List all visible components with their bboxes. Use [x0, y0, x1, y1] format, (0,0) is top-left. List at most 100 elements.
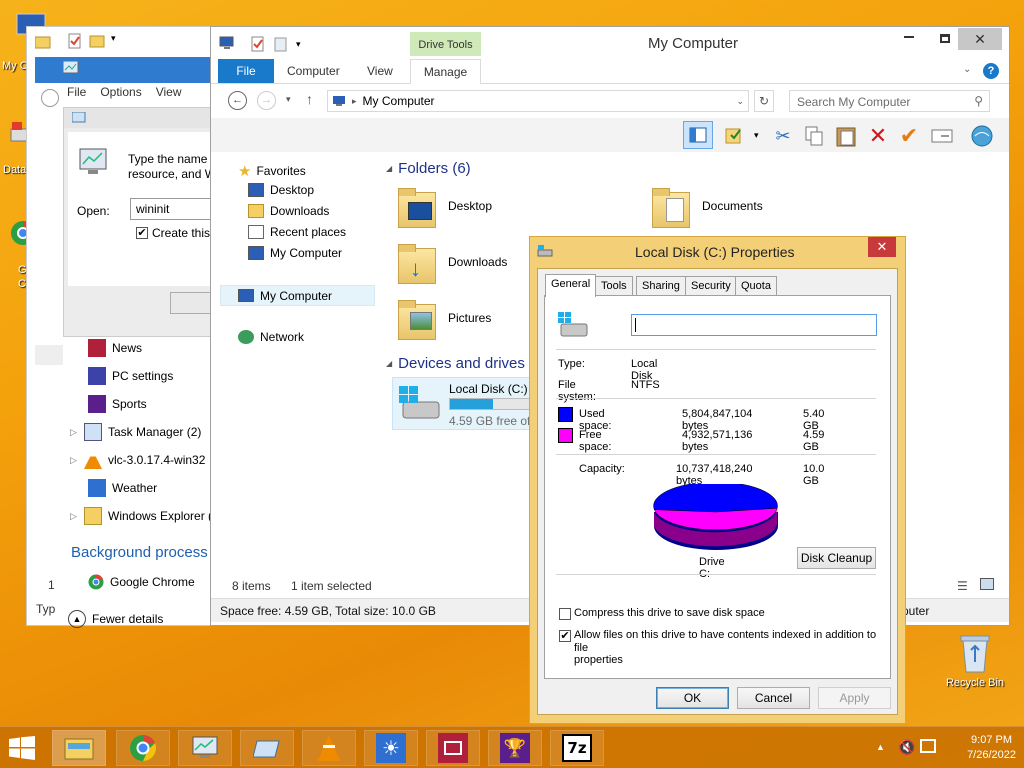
run-dialog-title[interactable] [64, 108, 218, 128]
minimize-button[interactable] [904, 36, 914, 38]
folder-documents[interactable]: Documents [652, 186, 763, 228]
taskbar-chrome[interactable] [116, 730, 170, 766]
taskbar-news[interactable] [426, 730, 480, 766]
new-folder-icon[interactable] [274, 36, 288, 52]
folders-header[interactable]: ◢ Folders (6) [386, 160, 471, 177]
back-icon[interactable] [41, 89, 59, 107]
menu-view[interactable]: View [156, 85, 182, 103]
drive-c-tile[interactable]: Local Disk (C:) 4.59 GB free of [392, 377, 532, 430]
cut-icon[interactable]: ✂ [771, 124, 795, 148]
nav-desktop[interactable]: Desktop [248, 183, 314, 197]
tab-tools[interactable]: Tools [595, 276, 633, 296]
list-item-task-manager[interactable]: ▷ Task Manager (2) [70, 422, 201, 442]
recycle-bin[interactable]: Recycle Bin [942, 632, 1008, 692]
fewer-details-button[interactable]: ▲ Fewer details [68, 610, 163, 628]
paste-icon[interactable] [834, 124, 858, 148]
tab-computer[interactable]: Computer [287, 64, 340, 78]
checkmark-icon[interactable]: ✔ [897, 123, 921, 148]
nav-network[interactable]: Network [238, 330, 304, 344]
nav-recent[interactable]: Recent places [248, 225, 346, 239]
chevron-down-icon[interactable]: ▾ [296, 39, 301, 50]
back-icon[interactable]: ← [228, 91, 247, 110]
taskbar-7zip[interactable]: 7z [550, 730, 604, 766]
nav-my-computer[interactable]: My Computer [220, 285, 375, 306]
list-item-news[interactable]: News [88, 338, 142, 358]
chevron-down-icon[interactable]: ▾ [754, 130, 759, 141]
recent-locations-icon[interactable]: ▾ [286, 94, 291, 105]
tab-sharing[interactable]: Sharing [636, 276, 686, 296]
refresh-icon[interactable]: ↻ [754, 90, 774, 112]
maximize-button[interactable] [940, 34, 950, 43]
start-button[interactable] [8, 736, 38, 760]
properties-icon[interactable] [250, 36, 266, 52]
nav-downloads[interactable]: Downloads [248, 204, 329, 218]
capacity-label: Capacity: [579, 463, 625, 475]
tab-file[interactable]: File [218, 59, 274, 83]
compress-checkbox[interactable] [559, 608, 571, 620]
folder-pictures[interactable]: Pictures [398, 298, 491, 340]
nav-favorites[interactable]: ★ Favorites [238, 162, 306, 180]
tab-general[interactable]: General [545, 274, 597, 297]
cancel-button[interactable]: Cancel [737, 687, 810, 709]
folder-desktop[interactable]: Desktop [398, 186, 492, 228]
clock[interactable]: 9:07 PM 7/26/2022 [967, 733, 1016, 763]
taskbar-sports[interactable]: 🏆 [488, 730, 542, 766]
close-button[interactable]: ✕ [958, 28, 1002, 50]
expand-chevron-icon[interactable]: ▷ [70, 455, 84, 466]
folder-downloads[interactable]: ↓ Downloads [398, 242, 507, 284]
vlc-icon [84, 451, 102, 469]
index-checkbox[interactable]: ✔ [559, 630, 571, 642]
tab-view[interactable]: View [367, 64, 393, 78]
network-icon[interactable] [920, 739, 936, 753]
chevron-down-icon[interactable]: ⌄ [963, 64, 971, 75]
expand-chevron-icon[interactable]: ▷ [70, 511, 84, 522]
forward-icon[interactable]: → [257, 91, 276, 110]
open-input[interactable]: wininit [130, 198, 218, 220]
new-folder-icon[interactable] [89, 33, 105, 49]
taskbar-vlc[interactable] [302, 730, 356, 766]
list-item-weather[interactable]: Weather [88, 478, 157, 498]
list-item-windows-explorer[interactable]: ▷ Windows Explorer ( [70, 506, 212, 526]
tab-security[interactable]: Security [685, 276, 737, 296]
show-hidden-icons[interactable]: ▲ [876, 742, 885, 752]
apply-button[interactable]: Apply [818, 687, 891, 709]
drive-label-input[interactable] [631, 314, 877, 336]
taskbar-run[interactable] [240, 730, 294, 766]
menu-options[interactable]: Options [100, 85, 141, 103]
nav-my-computer-fav[interactable]: My Computer [248, 246, 342, 260]
list-item-sports[interactable]: Sports [88, 394, 147, 414]
details-view-icon[interactable]: ☰ [957, 579, 968, 593]
expand-chevron-icon[interactable]: ▷ [70, 427, 84, 438]
taskbar-task-manager[interactable] [178, 730, 232, 766]
taskbar-weather[interactable]: ☀ [364, 730, 418, 766]
create-elevated-checkbox[interactable]: ✔ [136, 227, 148, 239]
taskbar-explorer[interactable] [52, 730, 106, 766]
select-all-icon[interactable] [722, 124, 746, 148]
list-item-pc-settings[interactable]: PC settings [88, 366, 173, 386]
volume-muted-icon[interactable]: 🔇 [898, 739, 915, 756]
disk-cleanup-button[interactable]: Disk Cleanup [797, 547, 876, 569]
tab-quota[interactable]: Quota [735, 276, 777, 296]
list-item-chrome[interactable]: Google Chrome [88, 572, 195, 592]
preview-pane-icon[interactable] [683, 121, 713, 149]
run-dialog: Type the name resource, and W Open: wini… [63, 107, 218, 337]
large-icons-view-icon[interactable] [980, 578, 994, 590]
globe-icon[interactable] [970, 124, 994, 148]
address-bar[interactable]: ▸ My Computer ⌄ [327, 90, 749, 112]
properties-close-button[interactable]: ✕ [868, 237, 896, 257]
rename-icon[interactable] [930, 124, 954, 148]
help-icon[interactable]: ? [983, 63, 999, 79]
up-icon[interactable]: ↑ [306, 91, 313, 107]
address-dropdown-icon[interactable]: ⌄ [736, 96, 744, 107]
search-input[interactable]: Search My Computer ⚲ [789, 90, 990, 112]
drive-title-icon [537, 245, 553, 257]
list-item-vlc[interactable]: ▷ vlc-3.0.17.4-win32 [70, 450, 205, 470]
devices-header[interactable]: ◢ Devices and drives ( [386, 355, 534, 372]
menu-file[interactable]: File [67, 85, 86, 103]
chevron-down-icon[interactable]: ▾ [111, 33, 116, 51]
properties-icon[interactable] [67, 33, 83, 49]
tab-manage[interactable]: Manage [410, 59, 481, 84]
copy-icon[interactable] [802, 124, 826, 148]
delete-icon[interactable]: ✕ [866, 123, 890, 148]
ok-button[interactable]: OK [656, 687, 729, 709]
